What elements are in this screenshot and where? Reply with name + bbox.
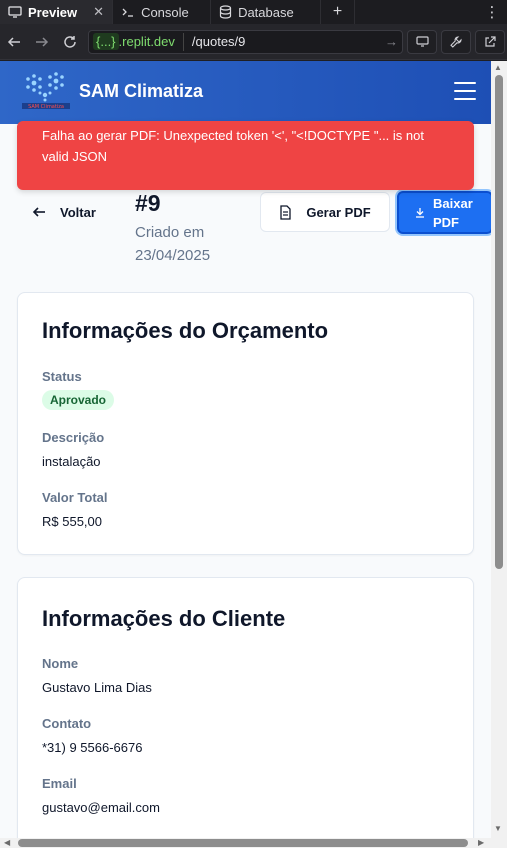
- status-label: Status: [42, 369, 82, 384]
- quote-number: #9: [135, 190, 161, 216]
- devices-icon: [415, 36, 429, 47]
- scroll-up-icon[interactable]: ▲: [494, 63, 502, 72]
- open-external-button[interactable]: [475, 29, 505, 54]
- menu-bar: [454, 90, 476, 92]
- client-info-card: Informações do Cliente Nome Gustavo Lima…: [17, 577, 474, 838]
- tab-spacer: [355, 0, 477, 24]
- forward-nav-button[interactable]: [28, 28, 56, 56]
- name-value: Gustavo Lima Dias: [42, 680, 152, 695]
- wrench-icon: [450, 35, 462, 48]
- snowflake-logo-icon: SAM Climatiza: [22, 72, 70, 110]
- devtools-button[interactable]: [441, 29, 471, 54]
- file-text-icon: [280, 204, 291, 220]
- add-tab-button[interactable]: +: [321, 0, 356, 24]
- total-value: R$ 555,00: [42, 514, 102, 529]
- hamburger-menu-icon[interactable]: [454, 82, 476, 100]
- vertical-scroll-thumb[interactable]: [495, 75, 503, 569]
- menu-bar: [454, 82, 476, 84]
- name-label: Nome: [42, 656, 79, 671]
- error-toast[interactable]: Falha ao gerar PDF: Unexpected token '<'…: [17, 121, 474, 190]
- database-icon: [219, 5, 232, 19]
- generate-pdf-label: Gerar PDF: [306, 204, 371, 220]
- tab-preview[interactable]: Preview ✕: [0, 0, 114, 24]
- tab-database-label: Database: [238, 4, 294, 20]
- created-date: Criado em 23/04/2025: [135, 224, 211, 264]
- menu-bar: [454, 98, 476, 100]
- back-nav-button[interactable]: [0, 28, 28, 56]
- arrow-left-icon: [7, 36, 20, 47]
- scroll-right-icon[interactable]: ▶: [478, 838, 484, 848]
- client-info-title: Informações do Cliente: [42, 606, 286, 631]
- logo-text: SAM Climatiza: [28, 104, 64, 110]
- generate-pdf-button[interactable]: Gerar PDF: [260, 192, 390, 232]
- tab-preview-label: Preview: [28, 4, 78, 20]
- tab-console[interactable]: Console: [113, 0, 212, 24]
- url-host-badge: {...}: [93, 33, 119, 50]
- close-icon[interactable]: ✕: [93, 4, 104, 20]
- url-path: /quotes/9: [191, 34, 246, 49]
- url-divider: [182, 32, 184, 51]
- download-pdf-label: Baixar PDF: [433, 195, 473, 230]
- tab-console-label: Console: [141, 4, 189, 20]
- back-button[interactable]: Voltar: [32, 201, 96, 223]
- arrow-left-icon: [32, 207, 45, 217]
- email-label: Email: [42, 776, 77, 791]
- page-viewport: SAM Climatiza SAM Climatiza Voltar #9 Cr…: [0, 61, 491, 838]
- total-label: Valor Total: [42, 490, 108, 505]
- horizontal-scroll-thumb[interactable]: [18, 839, 468, 847]
- more-options-icon[interactable]: ⋮: [477, 0, 507, 24]
- brand-name: SAM Climatiza: [79, 81, 204, 101]
- back-button-label: Voltar: [60, 204, 96, 220]
- address-bar: {...} .replit.dev /quotes/9 →: [0, 24, 507, 60]
- go-arrow-icon[interactable]: →: [385, 34, 398, 49]
- scroll-down-icon[interactable]: ▼: [494, 824, 502, 833]
- ide-tab-bar: Preview ✕ Console Database + ⋮: [0, 0, 507, 24]
- download-icon: [416, 208, 424, 218]
- contact-value: *31) 9 5566-6676: [42, 740, 143, 755]
- download-pdf-button[interactable]: Baixar PDF: [397, 191, 491, 234]
- status-badge: Aprovado: [42, 390, 115, 410]
- url-field[interactable]: {...} .replit.dev /quotes/9 →: [88, 29, 403, 54]
- external-link-icon: [485, 35, 496, 47]
- email-value: gustavo@email.com: [42, 800, 160, 815]
- terminal-icon: [122, 8, 134, 17]
- monitor-icon: [8, 6, 22, 18]
- url-host: .replit.dev: [118, 34, 175, 49]
- horizontal-scrollbar[interactable]: ◀ ▶: [0, 838, 507, 848]
- scroll-left-icon[interactable]: ◀: [4, 838, 10, 848]
- arrow-right-icon: [36, 36, 49, 47]
- reload-button[interactable]: [56, 28, 84, 56]
- quote-info-card: Informações do Orçamento Status Aprovado…: [17, 292, 474, 555]
- devices-button[interactable]: [407, 29, 437, 54]
- quote-info-title: Informações do Orçamento: [42, 318, 329, 343]
- tab-database[interactable]: Database: [211, 0, 322, 24]
- contact-label: Contato: [42, 716, 92, 731]
- description-value: instalação: [42, 454, 101, 469]
- vertical-scrollbar[interactable]: ▲ ▼: [491, 61, 507, 838]
- app-header: SAM Climatiza SAM Climatiza: [0, 61, 491, 124]
- description-label: Descrição: [42, 430, 105, 445]
- reload-icon: [64, 35, 76, 48]
